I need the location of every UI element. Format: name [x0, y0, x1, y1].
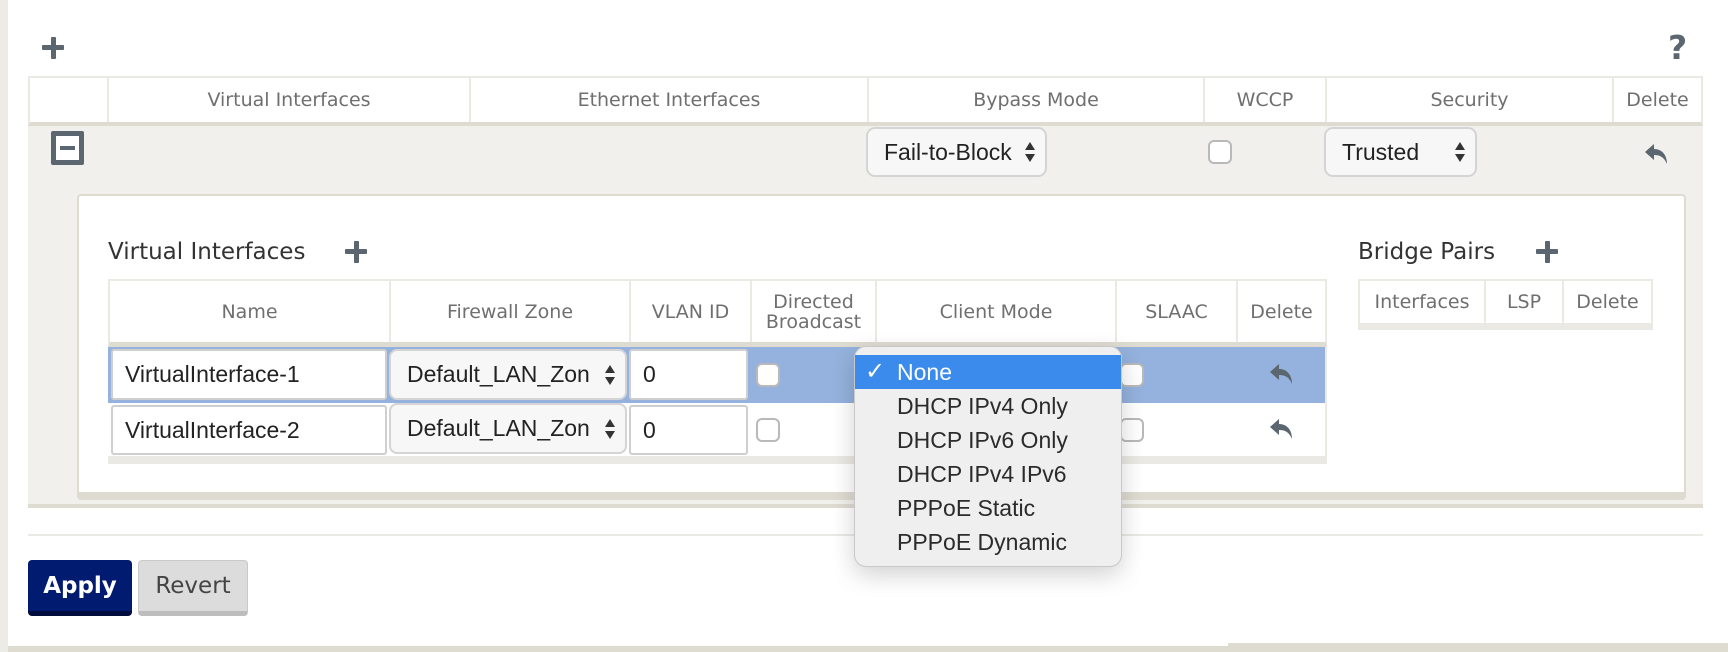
- vlan-id-input[interactable]: 0: [629, 349, 748, 400]
- column-header-bypass-mode: Bypass Mode: [869, 78, 1205, 122]
- column-header-slaac: SLAAC: [1117, 281, 1238, 342]
- column-header-delete: Delete: [1576, 291, 1639, 313]
- add-virtual-interface-plus-icon[interactable]: [345, 241, 367, 263]
- bypass-mode-select[interactable]: Fail-to-Block: [866, 127, 1047, 177]
- option-label: None: [897, 359, 952, 385]
- dropdown-option-dhcp-ipv4-only[interactable]: DHCP IPv4 Only: [855, 389, 1121, 423]
- security-select[interactable]: Trusted: [1324, 127, 1477, 177]
- collapse-minus-icon[interactable]: [51, 131, 84, 165]
- checkmark-icon: ✓: [865, 358, 886, 385]
- dropdown-option-dhcp-ipv4-ipv6[interactable]: DHCP IPv4 IPv6: [855, 457, 1121, 491]
- add-bridge-pair-plus-icon[interactable]: [1536, 241, 1558, 263]
- outer-table-header: Virtual Interfaces Ethernet Interfaces B…: [28, 76, 1703, 126]
- bridge-pairs-table-header: Interfaces LSP Delete: [1358, 279, 1653, 330]
- undo-delete-icon[interactable]: [1270, 364, 1294, 384]
- firewall-zone-select[interactable]: Default_LAN_Zon: [389, 349, 627, 400]
- column-header-virtual-interfaces: Virtual Interfaces: [109, 78, 471, 122]
- name-input[interactable]: VirtualInterface-2: [111, 405, 387, 455]
- select-arrows-icon: [1025, 140, 1035, 164]
- firewall-zone-select[interactable]: Default_LAN_Zon: [389, 403, 627, 454]
- bottom-border: [1228, 643, 1728, 652]
- column-header-delete: Delete: [1626, 89, 1689, 111]
- select-arrows-icon: [605, 363, 615, 387]
- add-row-plus-icon[interactable]: [42, 37, 64, 59]
- column-header-firewall-zone: Firewall Zone: [391, 281, 631, 342]
- column-header-delete: Delete: [1250, 300, 1313, 323]
- bypass-mode-value: Fail-to-Block: [884, 138, 1012, 165]
- slaac-checkbox[interactable]: [1120, 418, 1144, 442]
- left-border: [0, 0, 8, 652]
- undo-delete-icon[interactable]: [1645, 144, 1669, 164]
- directed-broadcast-checkbox[interactable]: [756, 363, 780, 387]
- dropdown-option-none[interactable]: ✓ None: [855, 355, 1121, 389]
- wccp-checkbox[interactable]: [1208, 140, 1232, 164]
- column-header-expand: [30, 78, 109, 122]
- column-header-wccp: WCCP: [1205, 78, 1327, 122]
- table-footer: [108, 456, 1327, 464]
- vlan-id-input[interactable]: 0: [629, 405, 748, 455]
- undo-delete-icon[interactable]: [1270, 419, 1294, 439]
- name-input[interactable]: VirtualInterface-1: [111, 349, 387, 400]
- select-arrows-icon: [1455, 140, 1465, 164]
- column-header-directed-broadcast: Directed Broadcast: [752, 281, 877, 342]
- virtual-interfaces-table-header: Name Firewall Zone VLAN ID Directed Broa…: [108, 279, 1327, 347]
- directed-broadcast-checkbox[interactable]: [756, 418, 780, 442]
- security-value: Trusted: [1342, 138, 1420, 165]
- apply-button[interactable]: Apply: [28, 560, 132, 616]
- select-arrows-icon: [605, 417, 615, 441]
- slaac-checkbox[interactable]: [1120, 363, 1144, 387]
- table-border: [1325, 347, 1327, 457]
- client-mode-dropdown-menu[interactable]: ✓ None DHCP IPv4 Only DHCP IPv6 Only DHC…: [854, 346, 1122, 567]
- bridge-pairs-heading: Bridge Pairs: [1358, 239, 1496, 265]
- column-header-vlan-id: VLAN ID: [631, 281, 752, 342]
- help-icon[interactable]: ?: [1668, 28, 1687, 68]
- virtual-interfaces-heading: Virtual Interfaces: [108, 239, 306, 265]
- firewall-zone-value: Default_LAN_Zon: [407, 361, 590, 387]
- column-header-name: Name: [110, 281, 391, 342]
- dropdown-option-pppoe-dynamic[interactable]: PPPoE Dynamic: [855, 525, 1121, 559]
- revert-button[interactable]: Revert: [138, 560, 248, 616]
- column-header-client-mode: Client Mode: [877, 281, 1117, 342]
- dropdown-option-pppoe-static[interactable]: PPPoE Static: [855, 491, 1121, 525]
- firewall-zone-value: Default_LAN_Zon: [407, 415, 590, 441]
- column-header-ethernet-interfaces: Ethernet Interfaces: [471, 78, 869, 122]
- column-header-security: Security: [1327, 78, 1614, 122]
- column-header-lsp: LSP: [1486, 281, 1564, 323]
- dropdown-option-dhcp-ipv6-only[interactable]: DHCP IPv6 Only: [855, 423, 1121, 457]
- column-header-interfaces: Interfaces: [1360, 281, 1486, 323]
